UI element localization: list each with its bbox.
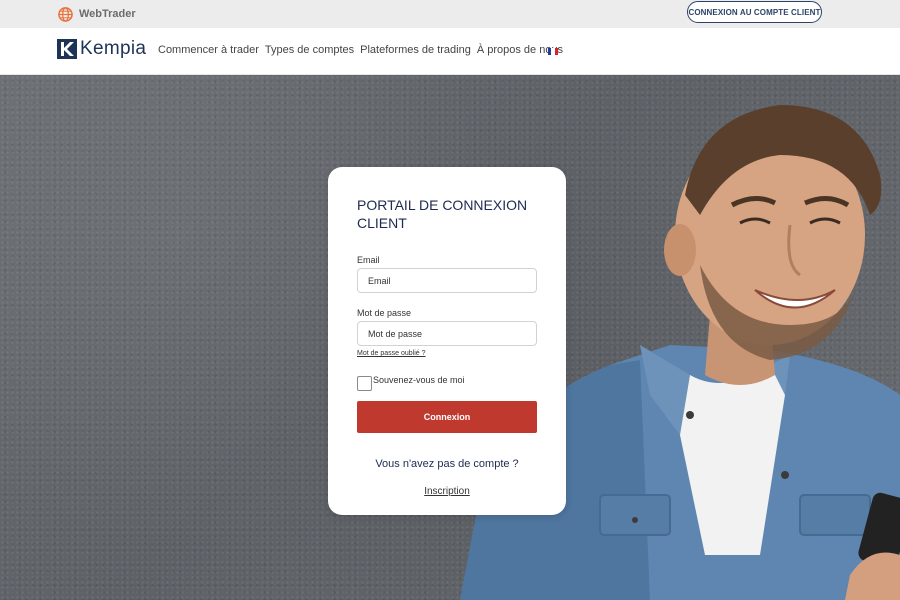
no-account-text: Vous n'avez pas de compte ? xyxy=(375,458,519,470)
main-navbar: Kempia Commencer à trader Types de compt… xyxy=(0,28,900,75)
nav-links: Commencer à trader Types de comptes Plat… xyxy=(158,44,563,56)
login-submit-button[interactable]: Connexion xyxy=(357,401,537,433)
top-utility-bar: WebTrader CONNEXION AU COMPTE CLIENT xyxy=(0,0,900,28)
nav-link-account-types[interactable]: Types de comptes xyxy=(265,44,354,56)
french-flag-icon[interactable] xyxy=(548,48,558,55)
webtrader-label: WebTrader xyxy=(79,8,136,20)
hero-background: PORTAIL DE CONNEXION CLIENT Email Mot de… xyxy=(0,75,900,600)
forgot-password-link[interactable]: Mot de passe oublié ? xyxy=(357,350,426,357)
password-field[interactable] xyxy=(357,321,537,346)
kempia-logo[interactable]: Kempia xyxy=(57,38,146,60)
logo-text: Kempia xyxy=(80,38,147,59)
nav-link-start-trading[interactable]: Commencer à trader xyxy=(158,44,259,56)
email-field[interactable] xyxy=(357,268,537,293)
login-card: PORTAIL DE CONNEXION CLIENT Email Mot de… xyxy=(328,167,566,515)
kempia-logo-mark xyxy=(57,39,77,59)
remember-me-checkbox[interactable] xyxy=(357,376,372,391)
signup-link[interactable]: Inscription xyxy=(328,486,566,497)
email-label: Email xyxy=(357,255,380,265)
webtrader-link[interactable]: WebTrader xyxy=(58,4,136,24)
globe-icon xyxy=(58,6,73,22)
remember-me-label: Souvenez-vous de moi xyxy=(373,375,465,385)
login-title: PORTAIL DE CONNEXION CLIENT xyxy=(357,197,528,231)
nav-link-trading-platforms[interactable]: Plateformes de trading xyxy=(360,44,471,56)
client-login-button[interactable]: CONNEXION AU COMPTE CLIENT xyxy=(687,1,822,23)
password-label: Mot de passe xyxy=(357,308,412,318)
